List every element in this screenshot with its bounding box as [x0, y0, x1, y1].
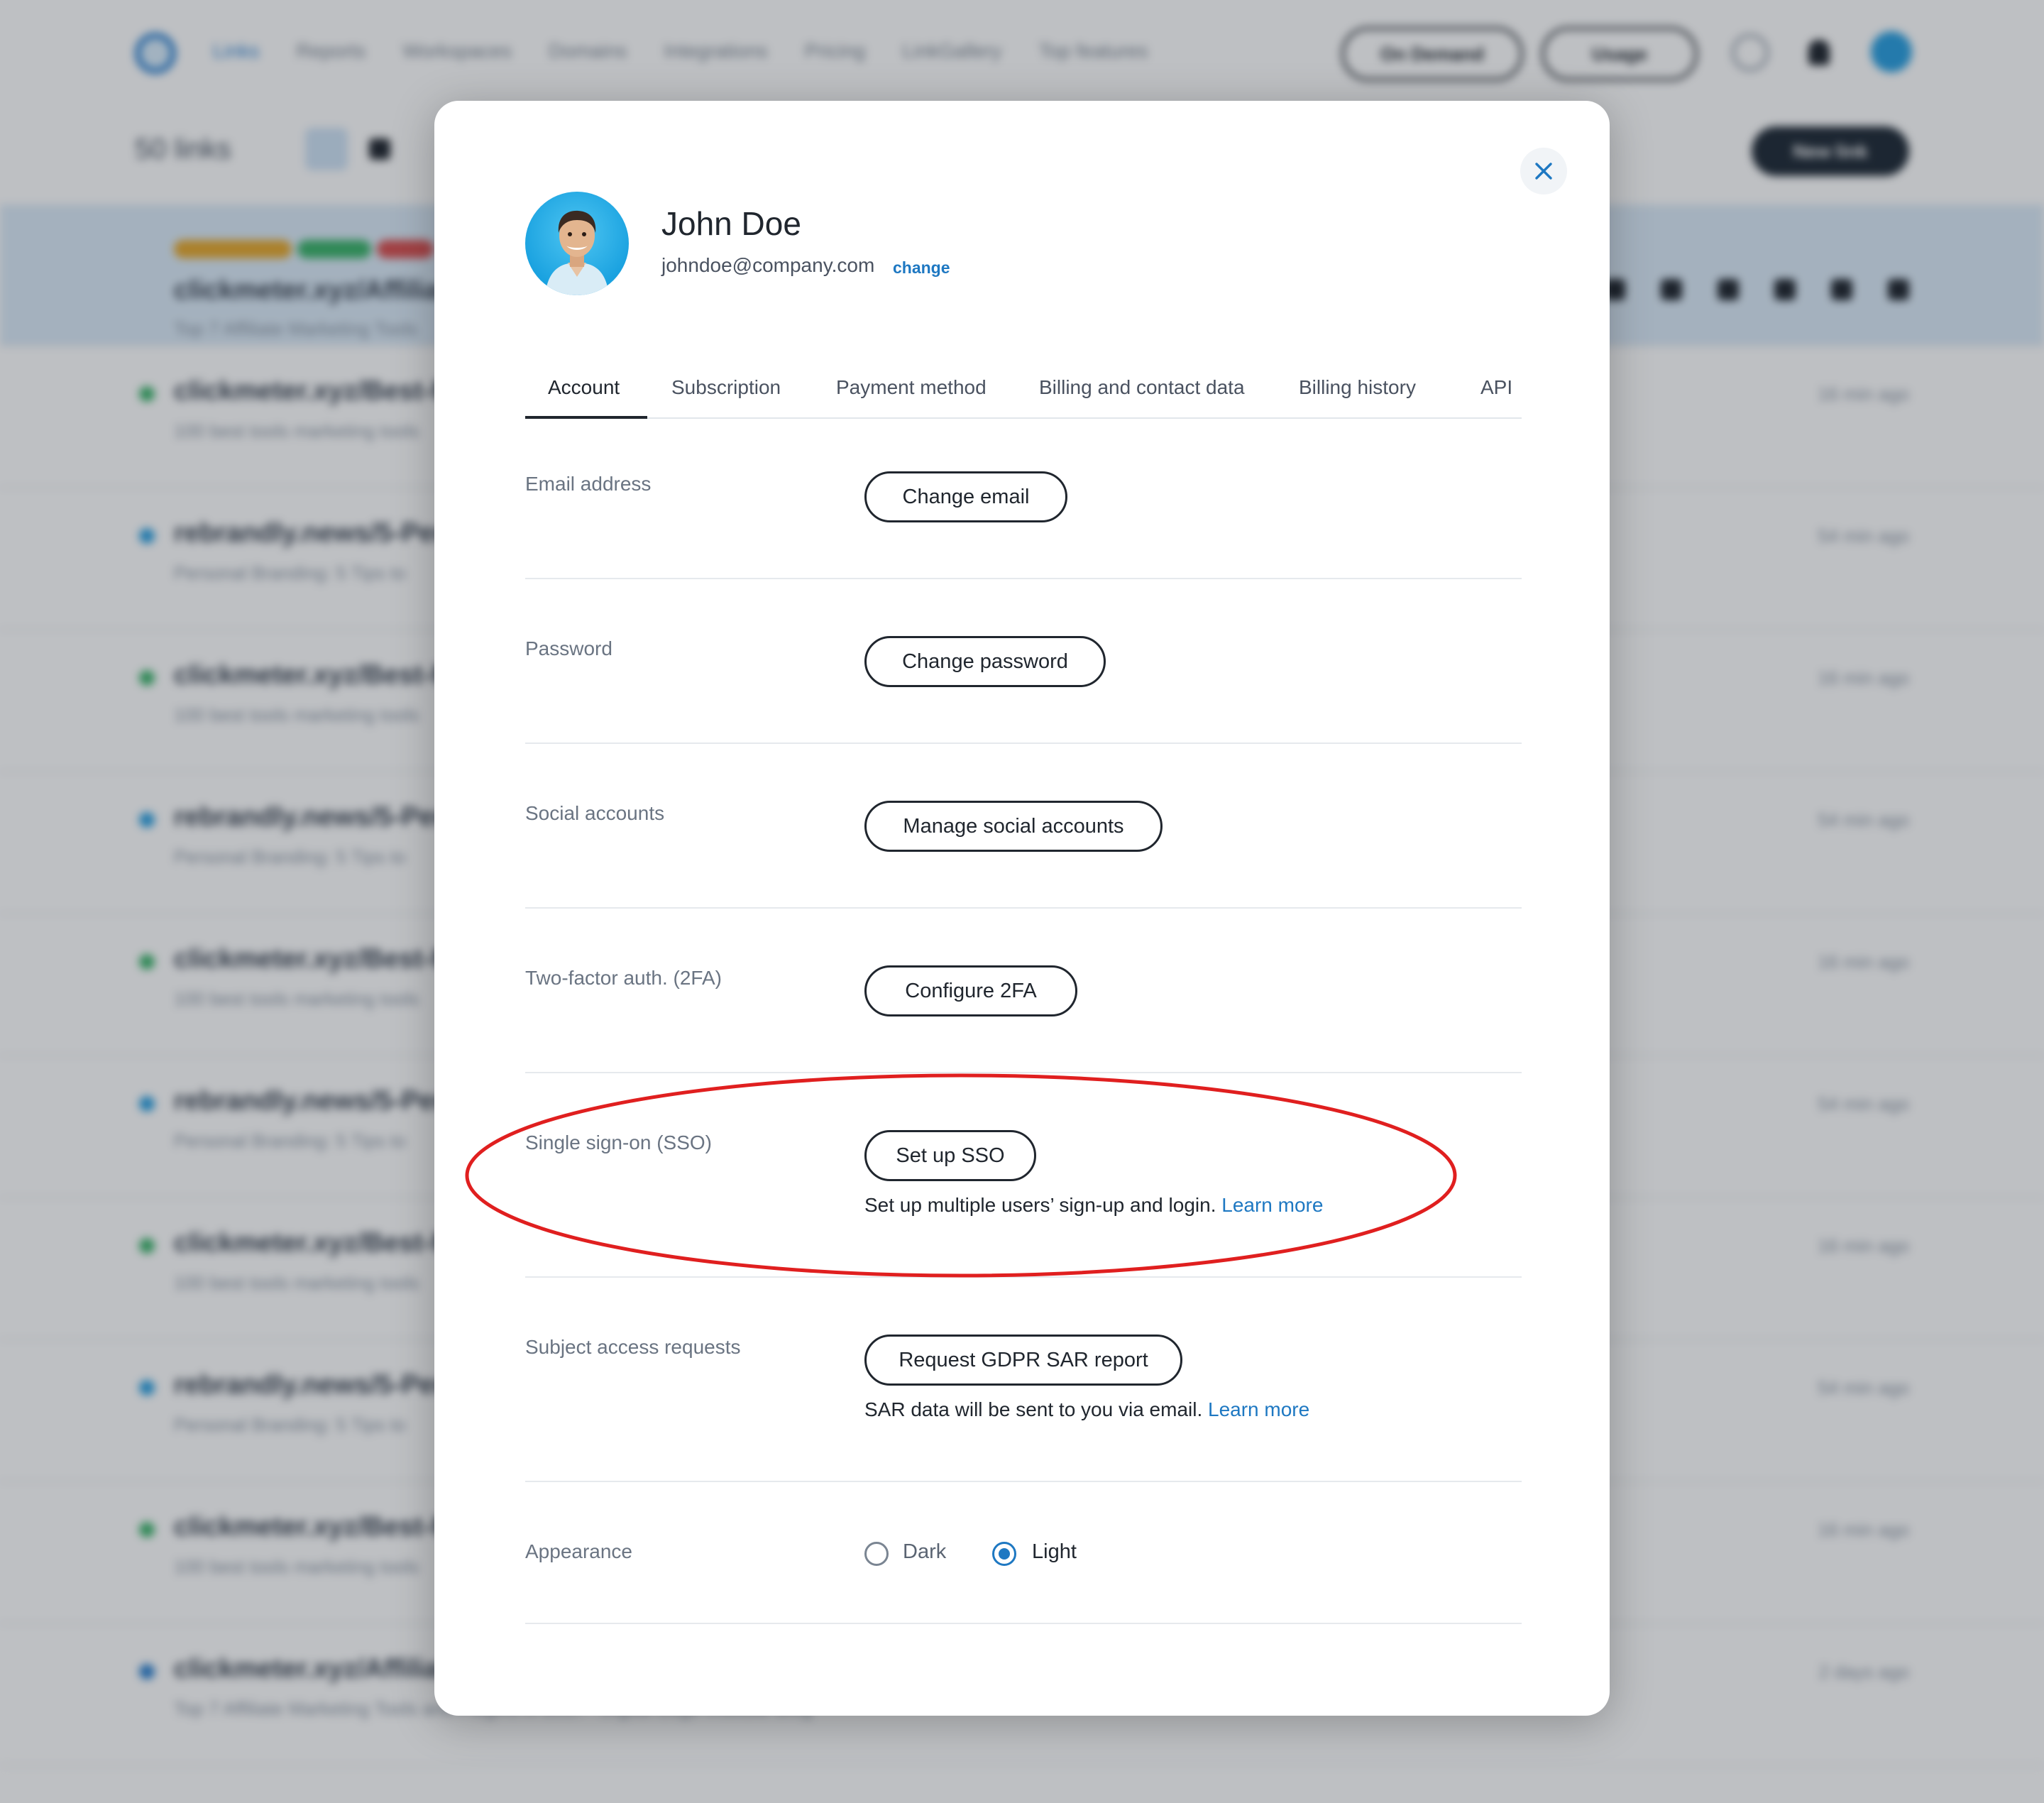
avatar[interactable] [525, 192, 629, 295]
appearance-label: Appearance [525, 1540, 633, 1562]
dark-theme-radio[interactable] [864, 1542, 889, 1566]
tab-subscription[interactable]: Subscription [671, 368, 781, 419]
close-icon [1535, 163, 1552, 180]
light-theme-radio[interactable] [992, 1542, 1016, 1566]
sar-help-description: SAR data will be sent to you via email. [864, 1398, 1203, 1420]
sar-learn-more-link[interactable]: Learn more [1208, 1398, 1309, 1420]
social-accounts-label: Social accounts [525, 802, 665, 824]
user-name: John Doe [661, 205, 801, 242]
tab-payment-method[interactable]: Payment method [836, 368, 987, 419]
configure-2fa-button[interactable]: Configure 2FA [864, 965, 1077, 1016]
tab-billing-history[interactable]: Billing history [1299, 368, 1416, 419]
change-password-button[interactable]: Change password [864, 636, 1106, 687]
dark-theme-label[interactable]: Dark [903, 1540, 946, 1564]
request-gdpr-sar-report-button[interactable]: Request GDPR SAR report [864, 1335, 1182, 1386]
sso-learn-more-link[interactable]: Learn more [1221, 1194, 1323, 1216]
active-tab-indicator [525, 416, 647, 419]
light-theme-label[interactable]: Light [1032, 1540, 1077, 1564]
sar-help-text: SAR data will be sent to you via email. … [864, 1398, 1309, 1421]
email-label: Email address [525, 473, 652, 495]
divider [525, 907, 1522, 909]
divider [525, 1481, 1522, 1482]
password-label: Password [525, 637, 612, 659]
sar-label: Subject access requests [525, 1336, 741, 1358]
manage-social-accounts-button[interactable]: Manage social accounts [864, 801, 1163, 852]
account-settings-modal: John Doe johndoe@company.com change Acco… [434, 101, 1610, 1716]
settings-tabs: Account Subscription Payment method Bill… [525, 368, 1522, 419]
sso-help-text: Set up multiple users’ sign-up and login… [864, 1194, 1323, 1217]
divider [525, 578, 1522, 579]
close-button[interactable] [1520, 148, 1567, 194]
sso-help-description: Set up multiple users’ sign-up and login… [864, 1194, 1216, 1216]
tab-api[interactable]: API [1480, 368, 1512, 419]
divider [525, 1276, 1522, 1278]
divider [525, 1623, 1522, 1624]
user-photo [545, 210, 609, 295]
set-up-sso-button[interactable]: Set up SSO [864, 1130, 1036, 1181]
two-factor-label: Two-factor auth. (2FA) [525, 967, 722, 989]
user-email: johndoe@company.com [661, 254, 875, 276]
change-email-link[interactable]: change [893, 258, 950, 278]
divider [525, 1072, 1522, 1073]
sso-label: Single sign-on (SSO) [525, 1131, 713, 1153]
change-email-button[interactable]: Change email [864, 471, 1067, 522]
tab-account[interactable]: Account [548, 368, 620, 419]
divider [525, 742, 1522, 744]
tab-billing-contact-data[interactable]: Billing and contact data [1039, 368, 1245, 419]
